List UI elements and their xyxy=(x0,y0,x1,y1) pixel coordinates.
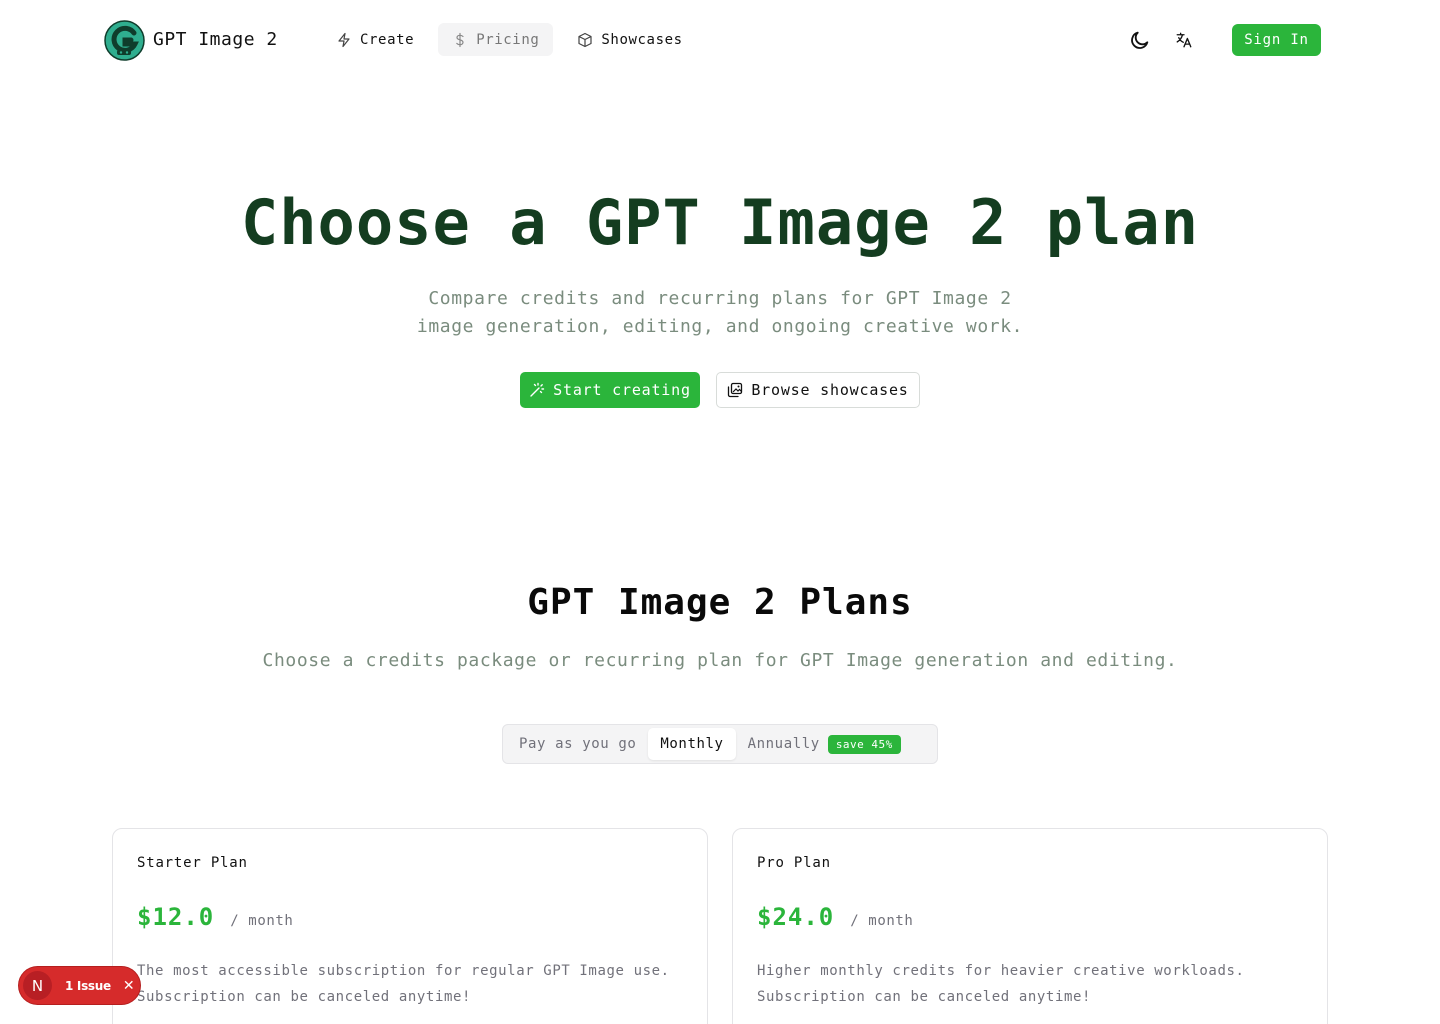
plan-note: Subscription can be canceled anytime! xyxy=(757,989,1092,1005)
hero-subtitle-line: Compare credits and recurring plans for … xyxy=(428,288,1012,309)
site-header: GPT Image 2 Create Pricing Showcases Sig… xyxy=(0,0,1440,80)
plans-subtitle: Choose a credits package or recurring pl… xyxy=(262,650,1178,671)
nav-item-label: Create xyxy=(360,31,415,48)
bolt-icon xyxy=(338,32,350,47)
next-logo-icon: N xyxy=(23,971,52,1000)
nav-item-showcases[interactable]: Showcases xyxy=(563,23,696,56)
plan-period: / month xyxy=(230,913,294,929)
price-row: $24.0 / month xyxy=(757,903,1303,931)
dollar-icon xyxy=(456,32,464,47)
billing-period-toggle: Pay as you go Monthly Annually save 45% xyxy=(502,724,938,764)
toggle-pay-as-you-go[interactable]: Pay as you go xyxy=(507,728,648,760)
theme-toggle-button[interactable] xyxy=(1126,26,1154,54)
images-icon xyxy=(728,382,743,398)
hero-subtitle-line: image generation, editing, and ongoing c… xyxy=(416,316,1024,337)
translate-icon xyxy=(1176,32,1192,48)
nav-item-create[interactable]: Create xyxy=(322,23,428,56)
issues-indicator[interactable]: N 1 Issue ✕ xyxy=(19,967,140,1004)
price-row: $12.0 / month xyxy=(137,903,683,931)
brand-name[interactable]: GPT Image 2 xyxy=(153,29,278,50)
plan-price: $12.0 xyxy=(137,903,215,931)
plan-card-pro: Pro Plan $24.0 / month Higher monthly cr… xyxy=(732,828,1328,1024)
logo-icon[interactable] xyxy=(104,20,145,61)
hero-subtitle: Compare credits and recurring plans for … xyxy=(370,285,1070,341)
nav-item-label: Pricing xyxy=(476,31,540,48)
browse-showcases-label: Browse showcases xyxy=(751,381,909,399)
close-icon[interactable]: ✕ xyxy=(123,978,135,994)
save-badge: save 45% xyxy=(827,734,901,754)
nav-item-label: Showcases xyxy=(601,31,683,48)
browse-showcases-button[interactable]: Browse showcases xyxy=(716,372,920,408)
moon-icon xyxy=(1131,31,1149,49)
start-creating-label: Start creating xyxy=(553,381,691,399)
hero-title: Choose a GPT Image 2 plan xyxy=(240,186,1200,259)
nav-item-pricing[interactable]: Pricing xyxy=(438,23,554,56)
toggle-monthly[interactable]: Monthly xyxy=(648,728,736,760)
toggle-annually[interactable]: Annually save 45% xyxy=(736,728,913,760)
toggle-annually-label: Annually xyxy=(747,736,820,752)
plans-title: GPT Image 2 Plans xyxy=(527,582,913,623)
start-creating-button[interactable]: Start creating xyxy=(520,372,700,408)
plan-price: $24.0 xyxy=(757,903,835,931)
sign-in-button[interactable]: Sign In xyxy=(1232,24,1321,56)
plan-period: / month xyxy=(850,913,914,929)
plan-name: Starter Plan xyxy=(137,855,248,871)
plan-card-starter: Starter Plan $12.0 / month The most acce… xyxy=(112,828,708,1024)
magic-wand-icon xyxy=(530,382,545,397)
plan-description: Higher monthly credits for heavier creat… xyxy=(757,963,1245,979)
plan-note: Subscription can be canceled anytime! xyxy=(137,989,472,1005)
main-nav: Create Pricing Showcases xyxy=(322,23,707,56)
box-icon xyxy=(578,32,592,47)
language-button[interactable] xyxy=(1170,26,1198,54)
issues-count: 1 Issue xyxy=(65,978,111,993)
plan-name: Pro Plan xyxy=(757,855,831,871)
plan-description: The most accessible subscription for reg… xyxy=(137,963,670,979)
